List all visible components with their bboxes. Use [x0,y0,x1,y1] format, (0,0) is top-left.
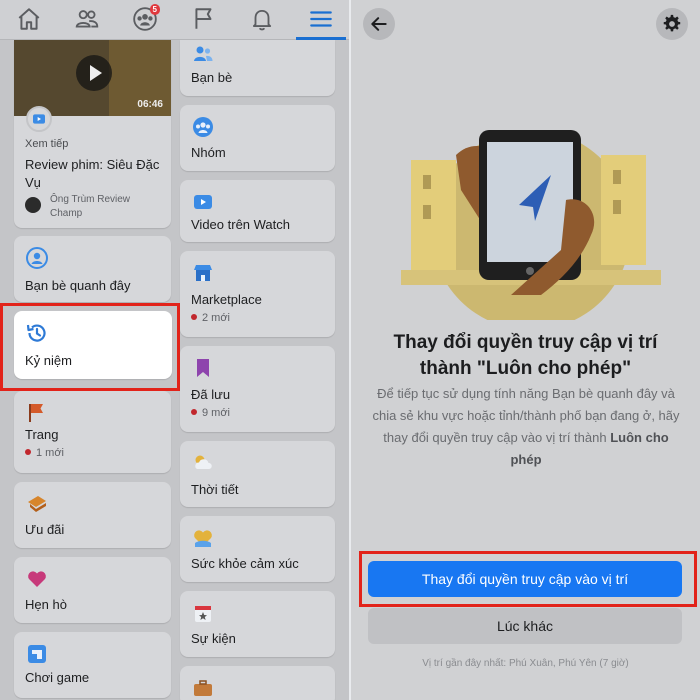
back-button[interactable] [363,8,395,40]
flag-icon [195,8,212,29]
menu-item-label: Bạn bè quanh đây [25,278,131,293]
highlight-box-memories [0,303,180,391]
back-arrow-icon [371,17,387,31]
flag-icon [25,401,49,425]
emotional-health-icon [191,526,215,550]
permission-title: Thay đổi quyền truy cập vị trí thành "Lu… [393,332,658,379]
menu-item-label: Sự kiện [191,631,236,646]
author-avatar [25,197,41,213]
menu-item-events[interactable]: Sự kiện [180,591,335,657]
settings-button[interactable] [656,8,688,40]
watch-icon [191,190,215,214]
menu-item-emotional-health[interactable]: Sức khỏe cảm xúc [180,516,335,582]
menu-item-groups[interactable]: Nhóm [180,105,335,171]
nearby-friends-icon [25,246,49,270]
video-author: Ông Trùm Review Champ [50,194,131,219]
gear-icon [663,14,681,32]
menu-item-label: Thời tiết [191,482,239,497]
home-icon [18,8,40,30]
menu-item-label: Video trên Watch [191,217,290,232]
menu-item-sublabel: 2 mới [191,312,230,324]
menu-item-marketplace[interactable]: Marketplace 2 mới [180,251,335,337]
video-thumbnail: 06:46 [14,40,171,116]
menu-item-label: Nhóm [191,145,226,160]
play-icon[interactable] [76,55,112,91]
change-location-permission-button[interactable]: Thay đổi quyền truy cập vào vị trí [368,561,682,597]
pages-tab[interactable] [187,4,221,34]
menu-item-weather[interactable]: Thời tiết [180,441,335,507]
weather-icon [191,451,215,475]
menu-item-label: Bạn bè [191,70,233,85]
friends-icon [191,42,215,66]
briefcase-icon [191,676,215,700]
recent-location-note: Vị trí gần đây nhất: Phú Xuân, Phú Yên (… [422,658,629,669]
menu-item-offers[interactable]: Ưu đãi [14,482,171,548]
menu-item-label: Sức khỏe cảm xúc [191,556,299,571]
menu-item-label: Chơi game [25,670,90,685]
menu-item-dating[interactable]: Hẹn hò [14,557,171,623]
menu-item-nearby-friends[interactable]: Bạn bè quanh đây [14,236,171,302]
video-title: Review phim: Siêu Đặc Vụ [25,157,160,190]
continue-watching-card[interactable]: 06:46 Xem tiếp Review phim: Siêu Đặc Vụ … [14,40,171,228]
friends-tab[interactable] [70,4,104,34]
menu-item-gaming[interactable]: Chơi game [14,632,171,698]
menu-item-watch[interactable]: Video trên Watch [180,180,335,242]
location-illustration [401,130,661,320]
home-tab[interactable] [12,4,46,34]
watch-icon [33,114,45,124]
menu-item-saved[interactable]: Đã lưu 9 mới [180,346,335,432]
bell-icon [252,9,272,31]
permission-description: Để tiếp tục sử dụng tính năng Bạn bè qua… [372,386,680,467]
menu-item-sublabel: 9 mới [191,407,230,419]
marketplace-icon [191,261,215,285]
watch-badge [26,106,52,132]
menu-item-friends[interactable]: Bạn bè [180,40,335,96]
gaming-icon [25,642,49,666]
groups-badge: 5 [149,4,160,15]
groups-icon [191,115,215,139]
menu-panel: 5 06:46 Xem tiếp Review phim: Siêu Đặc V… [0,0,349,700]
menu-item-label: Ưu đãi [25,522,65,537]
continue-watching-label: Xem tiếp [25,138,69,150]
events-icon [191,601,215,625]
menu-item-label: Marketplace [191,292,262,307]
menu-tab[interactable] [304,4,338,34]
friends-icon [75,10,99,28]
menu-item-label: Trang [25,427,59,442]
menu-item-pages[interactable]: Trang 1 mới [14,391,171,473]
saved-icon [191,356,215,380]
later-button[interactable]: Lúc khác [368,608,682,644]
video-duration: 06:46 [137,99,163,110]
menu-item-label: Đã lưu [191,387,231,402]
top-navigation-bar: 5 [0,0,349,40]
menu-item-label: Hẹn hò [25,597,67,612]
groups-tab[interactable]: 5 [128,4,162,34]
offers-icon [25,492,49,516]
notifications-tab[interactable] [245,4,279,34]
menu-item-partial[interactable] [180,666,335,700]
menu-icon [310,11,332,27]
menu-item-sublabel: 1 mới [25,447,64,459]
dating-icon [25,567,49,591]
